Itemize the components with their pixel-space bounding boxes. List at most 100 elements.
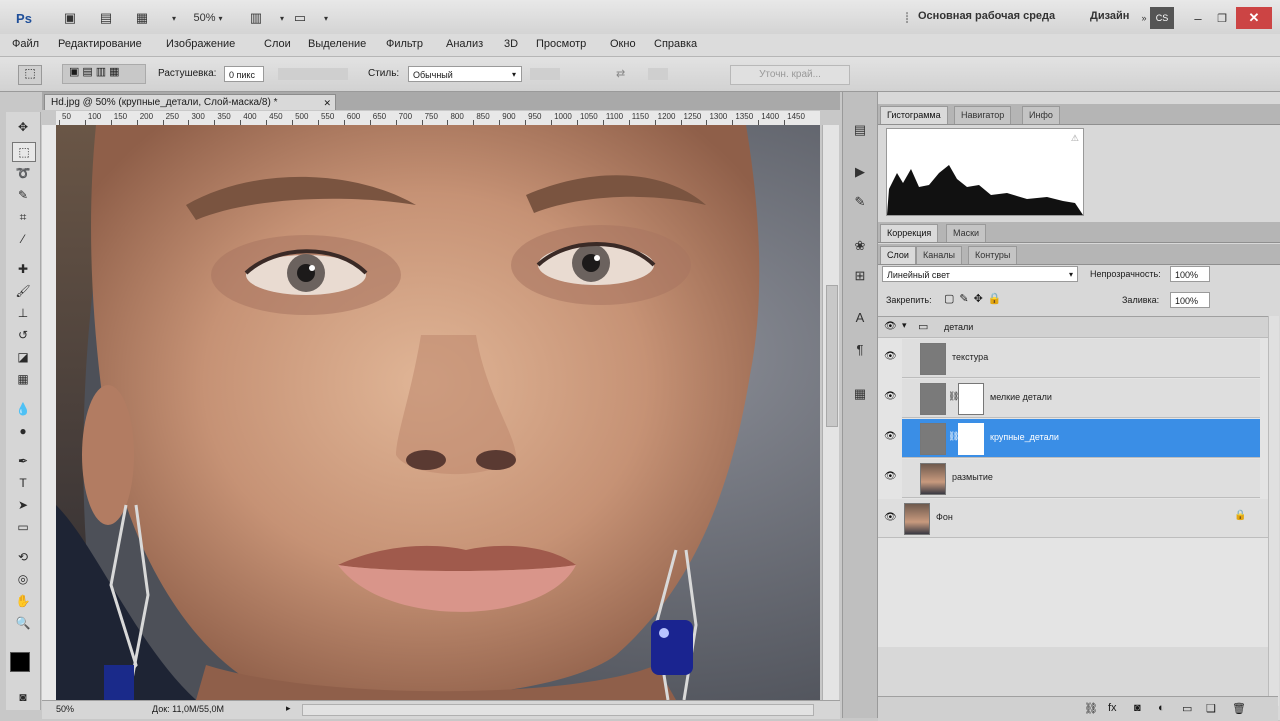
minimize-icon[interactable]: – xyxy=(1186,7,1210,29)
shape-tool-icon[interactable]: ▭ xyxy=(12,518,34,536)
layer-style-icon[interactable]: fx xyxy=(1108,702,1117,714)
type-tool-icon[interactable]: T xyxy=(12,474,34,492)
new-layer-icon[interactable]: ❑ xyxy=(1206,702,1216,715)
eye-icon[interactable]: 👁 xyxy=(884,391,897,403)
actions-panel-icon[interactable]: ▶ xyxy=(850,164,870,182)
path-selection-tool-icon[interactable]: ➤ xyxy=(12,496,34,514)
chevron-down-icon[interactable]: ▾ xyxy=(162,7,186,29)
3d-rotate-tool-icon[interactable]: ⟲ xyxy=(12,548,34,566)
tab-masks[interactable]: Маски xyxy=(946,224,987,242)
character-panel-icon[interactable]: A xyxy=(850,310,870,328)
layer-mask-thumbnail[interactable] xyxy=(958,383,984,415)
brush-tool-icon[interactable]: 🖌 xyxy=(12,282,34,300)
refine-edge-button[interactable]: Уточн. край... xyxy=(730,65,850,85)
fill-input[interactable]: 100% xyxy=(1170,292,1210,308)
menu-edit[interactable]: Редактирование xyxy=(58,38,142,50)
scrollbar-thumb[interactable] xyxy=(826,285,838,427)
tab-layers[interactable]: Слои xyxy=(880,246,916,264)
menu-help[interactable]: Справка xyxy=(654,38,697,50)
menu-window[interactable]: Окно xyxy=(610,38,636,50)
tool-presets-icon[interactable]: ✎ xyxy=(850,194,870,212)
layer-row-fine-details[interactable]: ⛓ мелкие детали xyxy=(902,379,1260,418)
tab-paths[interactable]: Контуры xyxy=(968,246,1018,264)
eye-icon[interactable]: 👁 xyxy=(884,351,897,363)
close-icon[interactable]: ✕ xyxy=(1236,7,1272,29)
restore-icon[interactable]: ❐ xyxy=(1210,7,1234,29)
dodge-tool-icon[interactable]: ● xyxy=(12,422,34,440)
add-mask-icon[interactable]: ◙ xyxy=(1134,702,1141,714)
arrange-documents-icon[interactable]: ▥ xyxy=(244,7,268,29)
swap-icon[interactable]: ⇄ xyxy=(616,67,625,80)
document-canvas[interactable] xyxy=(56,125,820,700)
3d-orbit-tool-icon[interactable]: ◎ xyxy=(12,570,34,588)
feather-input[interactable]: 0 пикс xyxy=(224,66,264,82)
crop-tool-icon[interactable]: ⌗ xyxy=(12,208,34,226)
layer-row-texture[interactable]: текстура xyxy=(902,339,1260,378)
group-expand-icon[interactable]: ▾ xyxy=(902,320,907,331)
eye-icon[interactable]: 👁 xyxy=(884,321,897,333)
menu-3d[interactable]: 3D xyxy=(504,38,518,50)
lasso-tool-icon[interactable]: ➰ xyxy=(12,164,34,182)
screen-mode-icon[interactable]: ▭ xyxy=(288,7,312,29)
lock-icons[interactable]: ▢✎✥🔒 xyxy=(944,292,1007,305)
layer-row-background[interactable]: 👁 Фон 🔒 xyxy=(878,499,1268,538)
new-group-icon[interactable]: ▭ xyxy=(1182,702,1192,715)
document-tab[interactable]: Hd.jpg @ 50% (крупные_детали, Слой-маска… xyxy=(44,94,336,110)
menu-layer[interactable]: Слои xyxy=(264,38,291,50)
quick-mask-icon[interactable]: ◙ xyxy=(12,688,34,706)
blur-tool-icon[interactable]: 💧 xyxy=(12,400,34,418)
zoom-tool-icon[interactable]: 🔍 xyxy=(12,614,34,632)
tab-info[interactable]: Инфо xyxy=(1022,106,1060,124)
close-tab-icon[interactable]: ✕ xyxy=(323,95,331,111)
blend-mode-dropdown[interactable]: Линейный свет ▾ xyxy=(882,266,1078,282)
eraser-tool-icon[interactable]: ◪ xyxy=(12,348,34,366)
menu-filter[interactable]: Фильтр xyxy=(386,38,423,50)
tab-histogram[interactable]: Гистограмма xyxy=(880,106,948,124)
layers-scrollbar[interactable] xyxy=(1268,316,1279,706)
marquee-tool-icon[interactable]: ⬚ xyxy=(12,142,36,162)
adjustment-layer-icon[interactable]: ◐ xyxy=(1158,702,1165,714)
menu-image[interactable]: Изображение xyxy=(166,38,235,50)
quick-selection-tool-icon[interactable]: ✎ xyxy=(12,186,34,204)
tab-navigator[interactable]: Навигатор xyxy=(954,106,1012,124)
workspace-essentials[interactable]: Основная рабочая среда xyxy=(918,10,1055,22)
chevron-down-icon[interactable]: ▾ xyxy=(314,7,338,29)
menu-select[interactable]: Выделение xyxy=(308,38,366,50)
launch-mini-bridge-icon[interactable]: ▤ xyxy=(94,7,118,29)
opacity-input[interactable]: 100% xyxy=(1170,266,1210,282)
eye-icon[interactable]: 👁 xyxy=(884,512,897,524)
move-tool-icon[interactable]: ✥ xyxy=(12,118,34,136)
layer-comps-icon[interactable]: ▦ xyxy=(850,386,870,404)
clone-stamp-tool-icon[interactable]: ⊥ xyxy=(12,304,34,322)
eye-icon[interactable]: 👁 xyxy=(884,431,897,443)
hand-tool-icon[interactable]: ✋ xyxy=(12,592,34,610)
style-dropdown[interactable]: Обычный ▾ xyxy=(408,66,522,82)
tab-adjustments[interactable]: Коррекция xyxy=(880,224,939,242)
delete-layer-icon[interactable]: 🗑 xyxy=(1232,702,1246,715)
menu-view[interactable]: Просмотр xyxy=(536,38,586,50)
status-zoom[interactable]: 50% xyxy=(56,704,74,714)
paragraph-panel-icon[interactable]: ¶ xyxy=(850,342,870,360)
view-extras-icon[interactable]: ▦ xyxy=(130,7,154,29)
layer-row-blur[interactable]: размытие xyxy=(902,459,1260,498)
menu-analysis[interactable]: Анализ xyxy=(446,38,483,50)
horizontal-scrollbar[interactable] xyxy=(302,704,814,716)
layer-mask-thumbnail[interactable] xyxy=(958,423,984,455)
gradient-tool-icon[interactable]: ▦ xyxy=(12,370,34,388)
history-brush-tool-icon[interactable]: ↺ xyxy=(12,326,34,344)
brush-panel-icon[interactable]: ❀ xyxy=(850,238,870,256)
eyedropper-tool-icon[interactable]: ⁄ xyxy=(12,230,34,248)
vertical-scrollbar[interactable] xyxy=(822,125,839,700)
layer-row-coarse-details[interactable]: ⛓ крупные_детали xyxy=(902,419,1260,458)
link-layers-icon[interactable]: ⛓ xyxy=(1084,702,1098,715)
launch-bridge-icon[interactable]: ▣ xyxy=(58,7,82,29)
cs-live-icon[interactable]: CS xyxy=(1150,7,1174,29)
selection-modes[interactable]: ▣▤▥▦ xyxy=(62,64,146,84)
healing-brush-tool-icon[interactable]: ✚ xyxy=(12,260,34,278)
tool-preset-icon[interactable]: ⬚ xyxy=(18,65,42,85)
anti-alias-checkbox[interactable] xyxy=(278,68,348,80)
pen-tool-icon[interactable]: ✒ xyxy=(12,452,34,470)
workspace-design[interactable]: Дизайн xyxy=(1090,10,1129,22)
status-menu-icon[interactable]: ▸ xyxy=(286,703,291,714)
eye-icon[interactable]: 👁 xyxy=(884,471,897,483)
